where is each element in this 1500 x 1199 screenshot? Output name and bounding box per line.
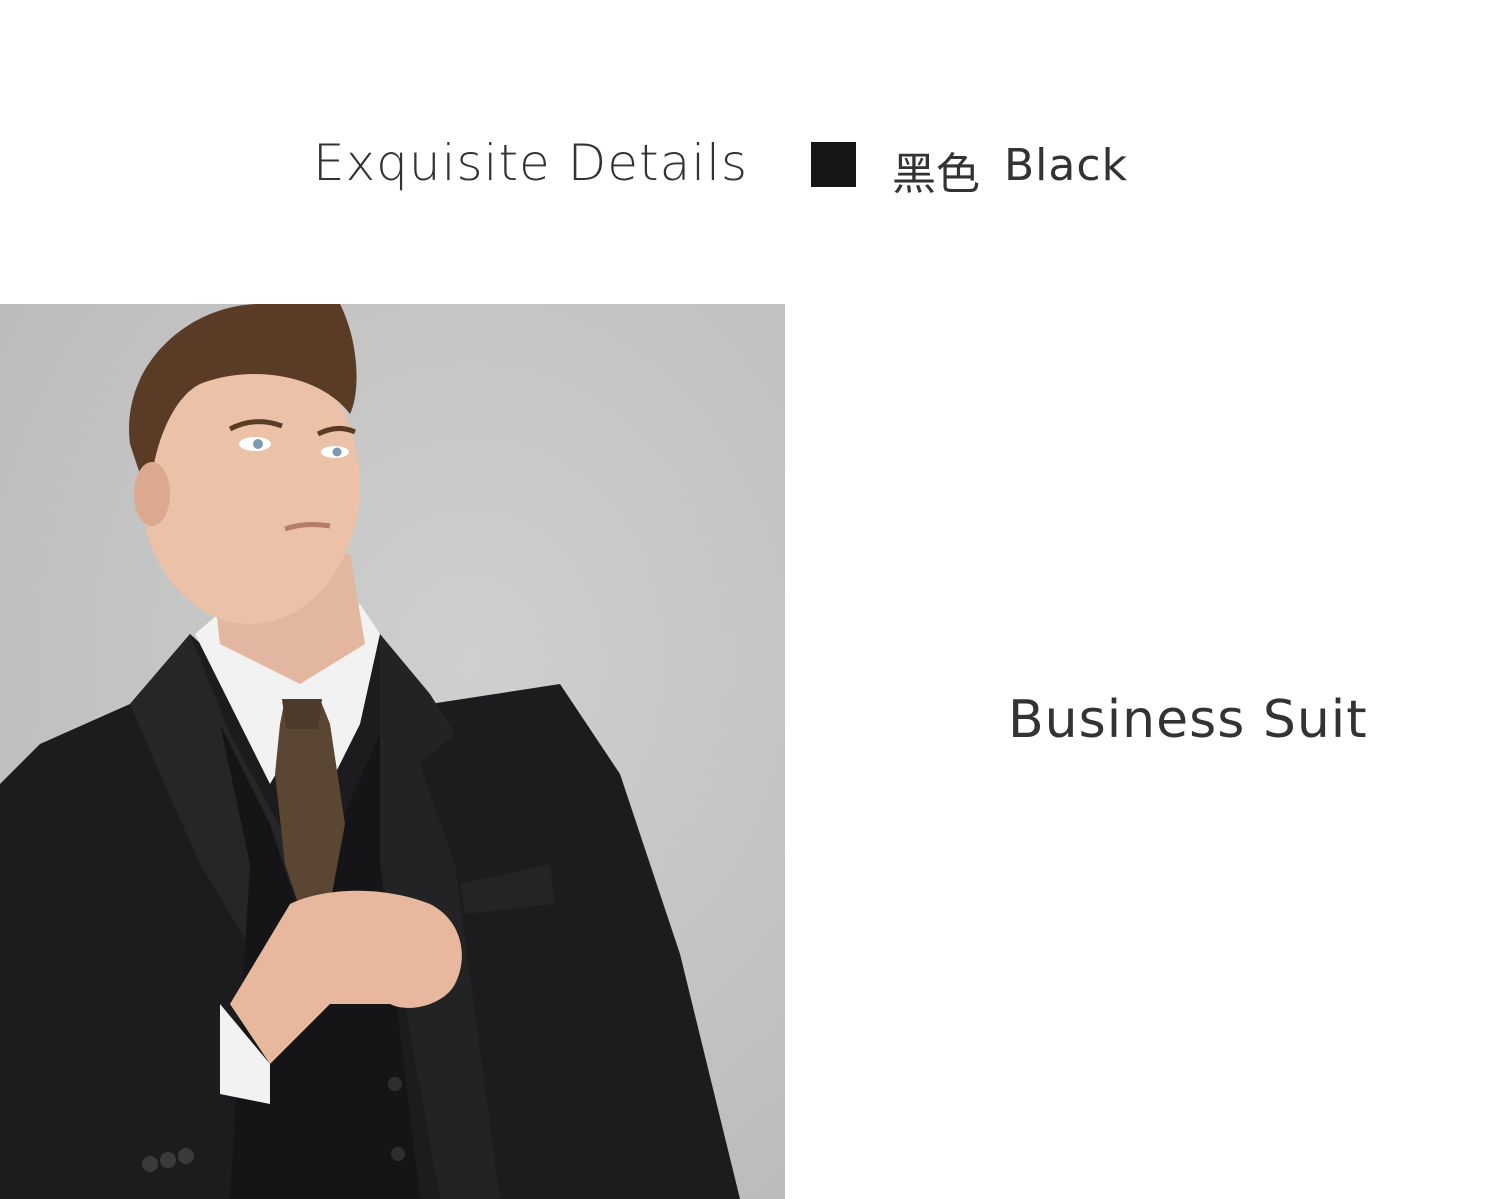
product-type-label: Business Suit: [1008, 690, 1368, 750]
color-name-english: Black: [1004, 140, 1129, 191]
detail-header: Exquisite Details 黑色 Black: [0, 120, 1500, 210]
model-photo: [0, 304, 785, 1199]
model-illustration: [0, 304, 740, 1199]
section-title: Exquisite Details: [313, 134, 749, 192]
color-swatch: [811, 142, 856, 187]
color-name-chinese: 黑色: [892, 149, 980, 200]
